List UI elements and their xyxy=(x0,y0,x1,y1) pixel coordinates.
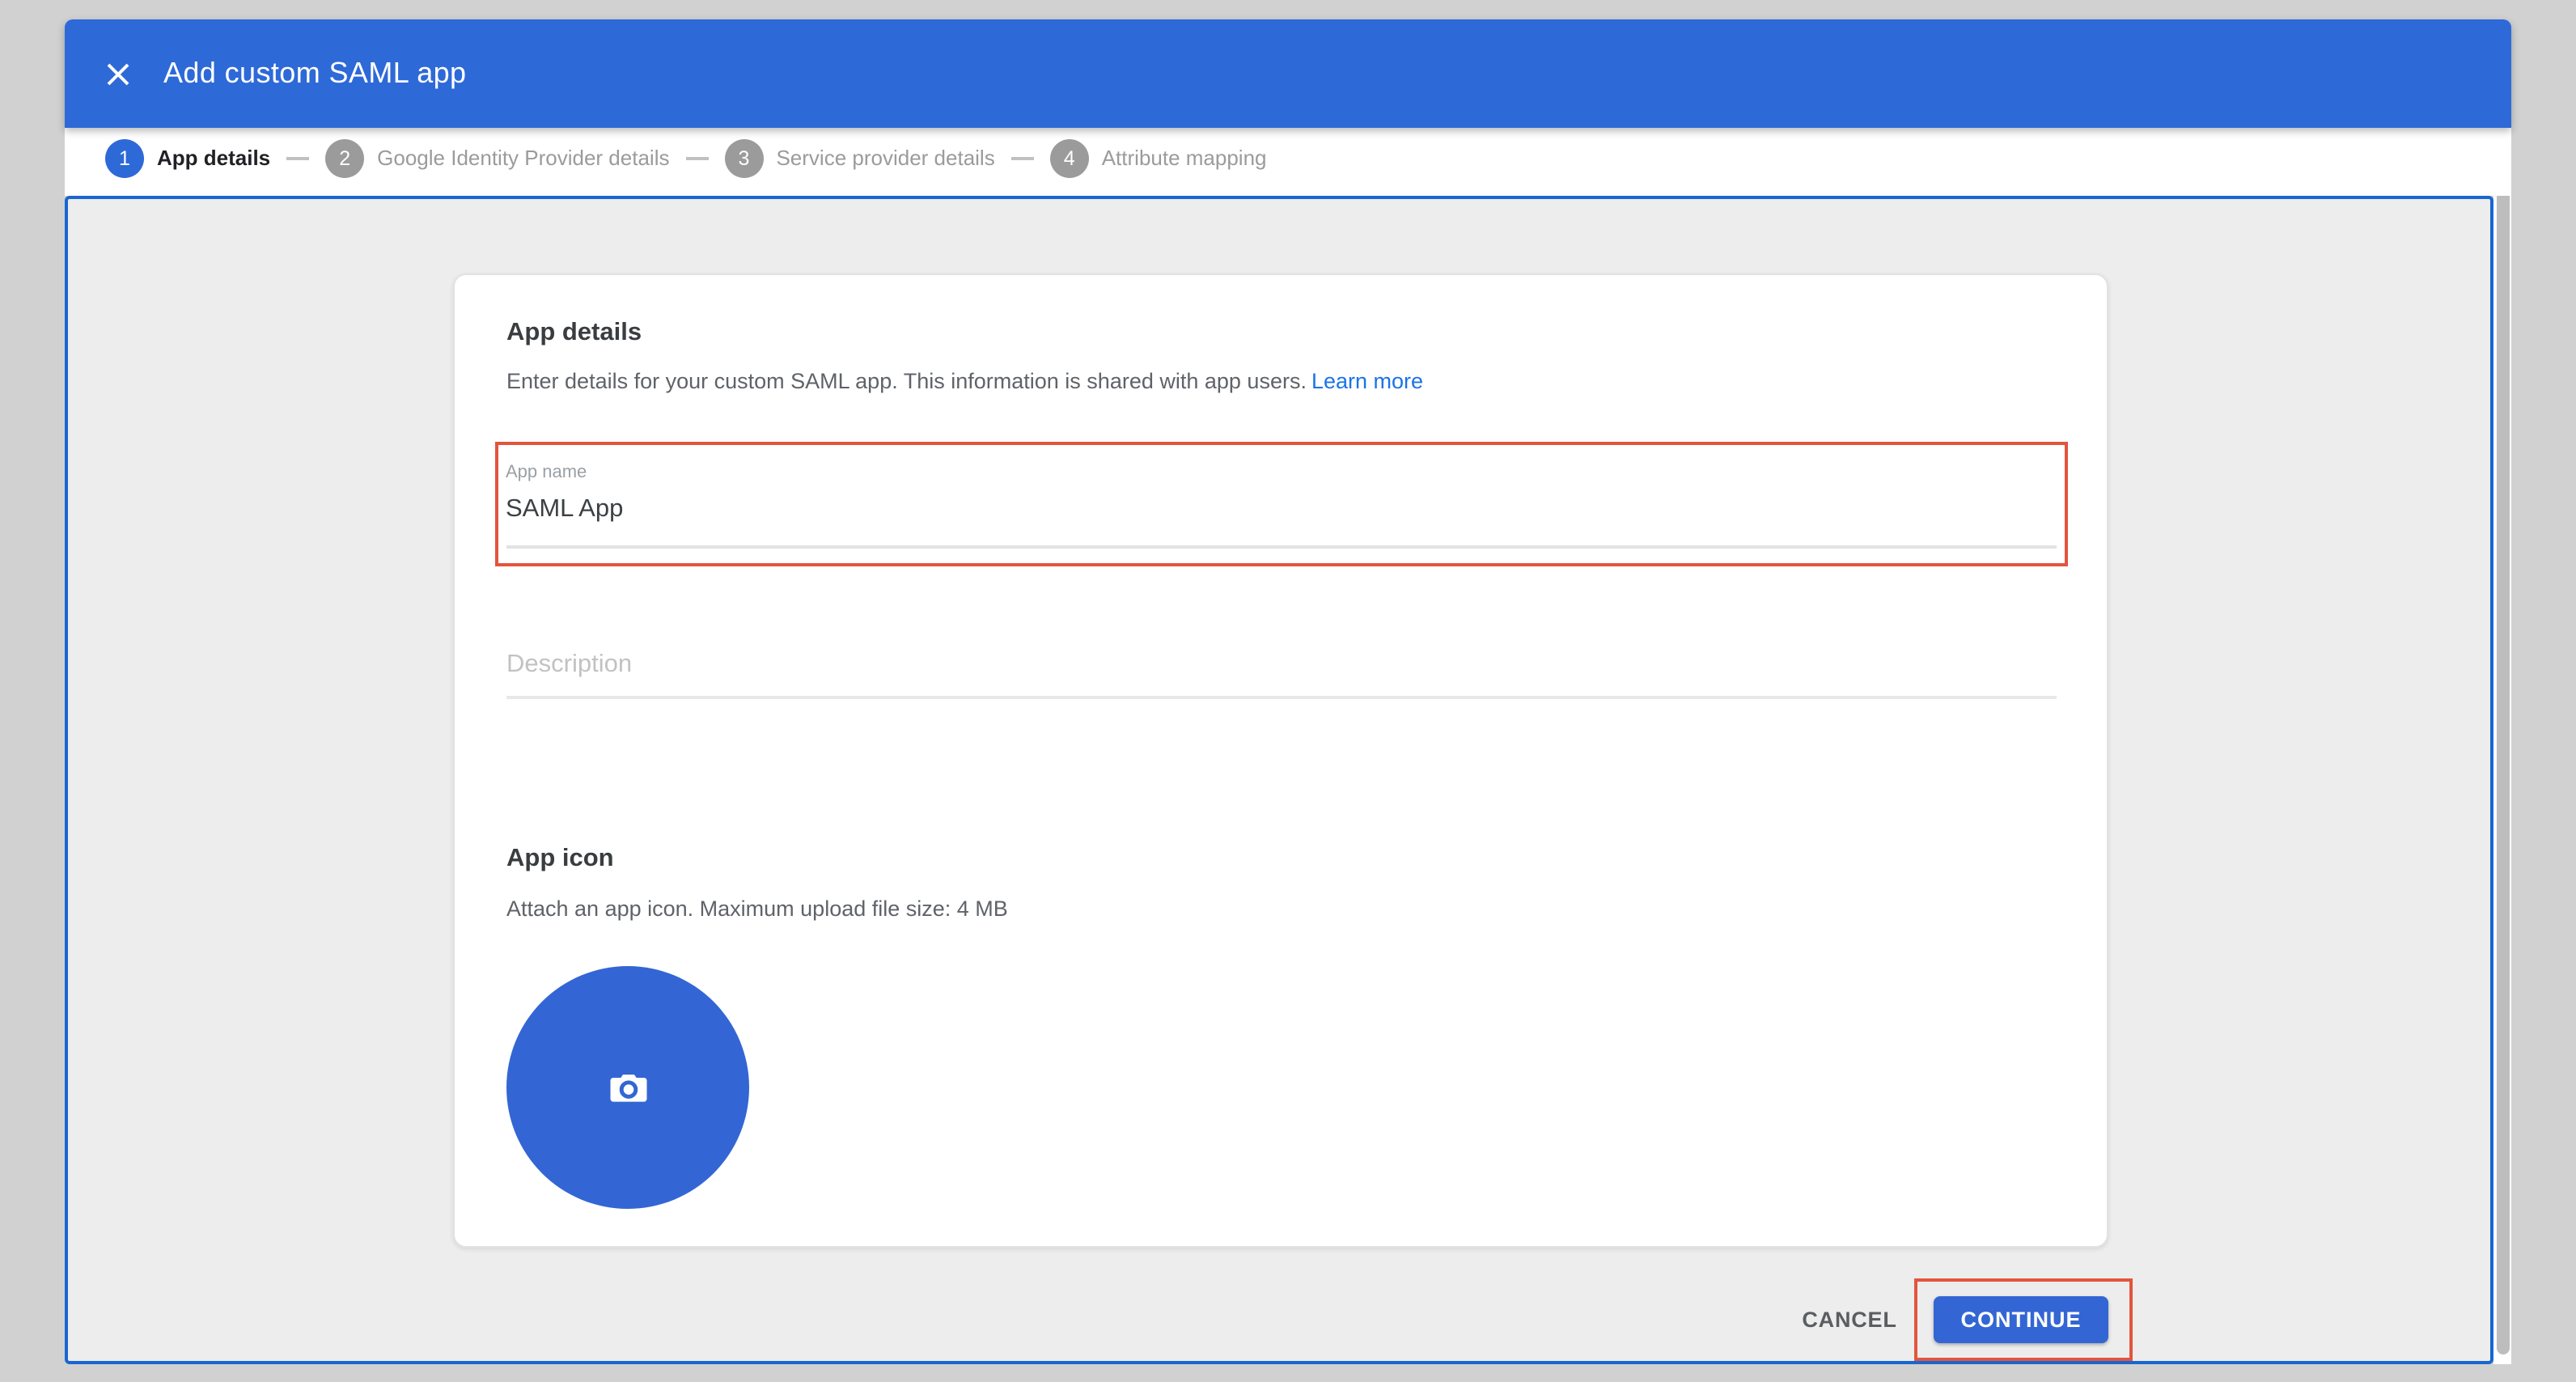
scrollbar-thumb[interactable] xyxy=(2496,147,2509,1354)
dialog-header: Add custom SAML app xyxy=(65,19,2511,128)
description-underline xyxy=(506,696,2057,699)
scrollbar-track xyxy=(2493,128,2511,1364)
step-3-label: Service provider details xyxy=(776,146,994,170)
section-title: App details xyxy=(506,319,642,348)
app-icon-hint: Attach an app icon. Maximum upload file … xyxy=(506,897,1008,921)
cancel-button[interactable]: CANCEL xyxy=(1793,1295,1906,1343)
app-icon-title: App icon xyxy=(506,845,614,874)
step-1-label: App details xyxy=(157,146,270,170)
section-description-text: Enter details for your custom SAML app. … xyxy=(506,369,1307,393)
step-3-circle: 3 xyxy=(724,138,763,177)
step-2-circle: 2 xyxy=(325,138,364,177)
description-placeholder: Description xyxy=(506,651,2057,680)
app-name-underline xyxy=(506,545,2056,549)
dialog-title: Add custom SAML app xyxy=(163,19,466,128)
step-4-circle: 4 xyxy=(1050,138,1089,177)
step-1-circle: 1 xyxy=(105,138,144,177)
step-attribute-mapping[interactable]: 4 Attribute mapping xyxy=(1050,138,1267,177)
close-icon[interactable] xyxy=(97,19,139,128)
camera-icon xyxy=(606,1066,650,1109)
step-4-label: Attribute mapping xyxy=(1102,146,1267,170)
app-name-label: App name xyxy=(506,463,587,482)
app-name-annotation-box: App name SAML App xyxy=(494,442,2067,566)
step-separator xyxy=(286,156,309,159)
description-input[interactable]: Description xyxy=(506,651,2057,702)
app-details-card: App details Enter details for your custo… xyxy=(453,273,2108,1248)
stepper: 1 App details 2 Google Identity Provider… xyxy=(65,128,2511,196)
step-separator xyxy=(1011,156,1034,159)
continue-annotation-box: CONTINUE xyxy=(1914,1278,2133,1361)
learn-more-link[interactable]: Learn more xyxy=(1311,369,1423,393)
section-description: Enter details for your custom SAML app. … xyxy=(506,369,1423,393)
step-separator xyxy=(685,156,708,159)
screen: Add custom SAML app 1 App details 2 Goog… xyxy=(0,0,2576,1382)
continue-button[interactable]: CONTINUE xyxy=(1934,1295,2108,1343)
step-google-idp-details[interactable]: 2 Google Identity Provider details xyxy=(325,138,669,177)
step-service-provider-details[interactable]: 3 Service provider details xyxy=(724,138,994,177)
app-name-input[interactable]: SAML App xyxy=(506,495,623,524)
step-2-label: Google Identity Provider details xyxy=(377,146,669,170)
step-app-details[interactable]: 1 App details xyxy=(105,138,270,177)
app-icon-upload[interactable] xyxy=(506,966,749,1209)
